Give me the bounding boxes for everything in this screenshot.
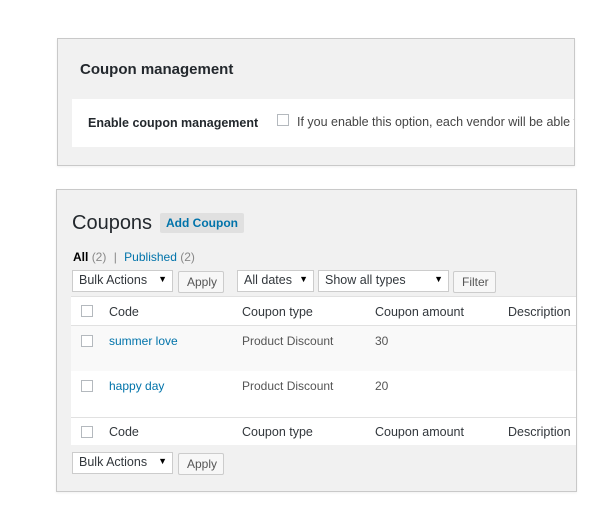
enable-coupon-row: Enable coupon management If you enable t… — [72, 99, 575, 147]
column-header-coupon-amount[interactable]: Coupon amount — [375, 305, 464, 319]
enable-coupon-checkbox[interactable] — [277, 114, 289, 126]
column-header-code[interactable]: Code — [109, 305, 139, 319]
apply-button-bottom[interactable]: Apply — [178, 453, 224, 475]
chevron-down-icon: ▼ — [158, 456, 167, 466]
coupon-type: Product Discount — [242, 334, 334, 348]
bulk-actions-select-bottom[interactable]: Bulk Actions ▼ — [72, 452, 173, 474]
select-all-checkbox[interactable] — [81, 305, 93, 317]
types-value: Show all types — [325, 273, 406, 287]
page-title: Coupons — [72, 212, 153, 234]
enable-coupon-description: If you enable this option, each vendor w… — [297, 115, 575, 129]
column-header-coupon-type[interactable]: Coupon type — [242, 305, 313, 319]
filter-published-count: (2) — [180, 250, 195, 264]
filter-button[interactable]: Filter — [453, 271, 496, 293]
coupon-type: Product Discount — [242, 379, 334, 393]
bulk-actions-select[interactable]: Bulk Actions ▼ — [72, 270, 173, 292]
column-footer-description[interactable]: Description — [508, 425, 571, 439]
enable-coupon-label: Enable coupon management — [88, 116, 259, 130]
column-header-description[interactable]: Description — [508, 305, 571, 319]
coupon-management-panel: Coupon management Enable coupon manageme… — [57, 38, 575, 166]
column-footer-coupon-amount[interactable]: Coupon amount — [375, 425, 464, 439]
table-row: happy day Product Discount 20 — [71, 371, 576, 416]
column-footer-coupon-type[interactable]: Coupon type — [242, 425, 313, 439]
bulk-actions-value: Bulk Actions — [79, 273, 148, 287]
table-footer: Code Coupon type Coupon amount Descripti… — [71, 417, 576, 446]
row-checkbox[interactable] — [81, 335, 93, 347]
coupon-code-link[interactable]: summer love — [109, 334, 178, 348]
chevron-down-icon: ▼ — [434, 274, 443, 284]
column-footer-code[interactable]: Code — [109, 425, 139, 439]
coupons-table: Code Coupon type Coupon amount Descripti… — [71, 296, 576, 446]
apply-button[interactable]: Apply — [178, 271, 224, 293]
dates-select[interactable]: All dates ▼ — [237, 270, 314, 292]
row-checkbox[interactable] — [81, 380, 93, 392]
filter-all-count: (2) — [91, 250, 107, 264]
coupon-code-link[interactable]: happy day — [109, 379, 164, 393]
coupon-amount: 20 — [375, 379, 389, 393]
coupon-management-title: Coupon management — [80, 61, 234, 78]
table-row: summer love Product Discount 30 — [71, 326, 576, 371]
chevron-down-icon: ▼ — [158, 274, 167, 284]
coupon-amount: 30 — [375, 334, 389, 348]
add-coupon-button[interactable]: Add Coupon — [160, 213, 244, 233]
select-all-checkbox-footer[interactable] — [81, 426, 93, 438]
types-select[interactable]: Show all types ▼ — [318, 270, 449, 292]
filter-all-link[interactable]: All — [73, 250, 88, 264]
chevron-down-icon: ▼ — [299, 274, 308, 284]
dates-value: All dates — [244, 273, 292, 287]
table-header: Code Coupon type Coupon amount Descripti… — [71, 297, 576, 326]
bulk-actions-value-bottom: Bulk Actions — [79, 455, 148, 469]
filter-published-link[interactable]: Published — [124, 250, 177, 264]
coupons-panel: Coupons Add Coupon All (2) | Published (… — [56, 189, 577, 492]
status-filter-links: All (2) | Published (2) — [73, 250, 195, 264]
filter-separator: | — [113, 250, 117, 264]
